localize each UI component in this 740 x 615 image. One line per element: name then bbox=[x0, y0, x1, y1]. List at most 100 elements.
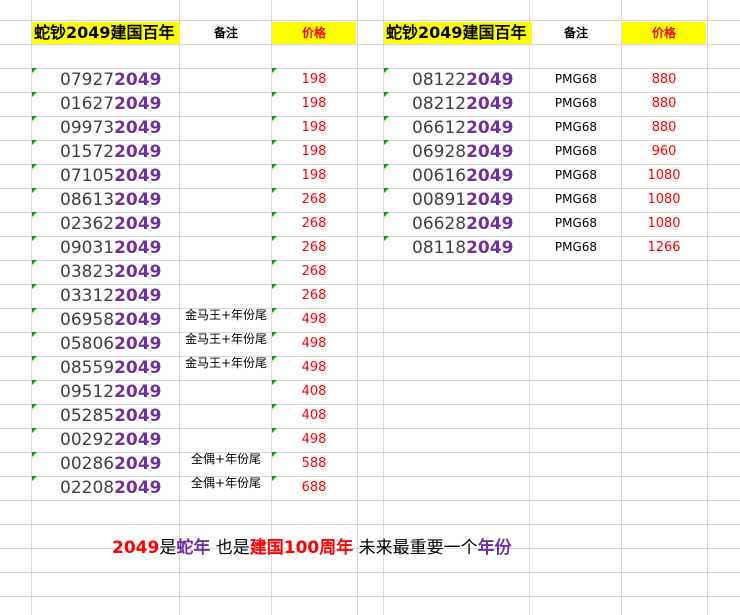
grid-row-line bbox=[0, 500, 740, 501]
serial-year-suffix: 2049 bbox=[466, 70, 514, 90]
note-cell[interactable]: PMG68 bbox=[530, 211, 622, 235]
price-cell[interactable]: 1080 bbox=[622, 188, 706, 212]
serial-year-suffix: 2049 bbox=[466, 118, 514, 138]
serial-year-suffix: 2049 bbox=[466, 238, 514, 258]
serial-number-cell[interactable]: 022082049 bbox=[60, 476, 161, 500]
price-cell[interactable]: 1080 bbox=[622, 164, 706, 188]
comment-marker-icon bbox=[32, 452, 37, 457]
serial-number-cell[interactable]: 033122049 bbox=[60, 284, 161, 308]
table-row: 066282049 PMG68 1080 bbox=[0, 212, 740, 236]
serial-prefix: 08212 bbox=[412, 94, 467, 114]
right-note-header[interactable]: 备注 bbox=[530, 22, 622, 44]
slogan-text-3: 未来最重要一个 bbox=[353, 538, 478, 558]
serial-number-cell[interactable]: 069582049 bbox=[60, 308, 161, 332]
comment-marker-icon bbox=[32, 380, 37, 385]
price-cell[interactable]: 498 bbox=[272, 332, 356, 356]
note-cell[interactable]: PMG68 bbox=[530, 115, 622, 139]
price-cell[interactable]: 880 bbox=[622, 92, 706, 116]
serial-prefix: 08118 bbox=[412, 238, 467, 258]
serial-prefix: 06928 bbox=[412, 142, 467, 162]
serial-number-cell[interactable]: 085592049 bbox=[60, 356, 161, 380]
serial-prefix: 06958 bbox=[60, 310, 115, 330]
price-cell[interactable]: 408 bbox=[272, 404, 356, 428]
comment-marker-icon bbox=[32, 356, 37, 361]
note-cell[interactable]: 全偶+年份尾 bbox=[180, 447, 272, 471]
serial-prefix: 03312 bbox=[60, 286, 115, 306]
comment-marker-icon bbox=[384, 212, 389, 217]
price-cell[interactable]: 880 bbox=[622, 68, 706, 92]
price-cell[interactable]: 880 bbox=[622, 116, 706, 140]
serial-prefix: 05285 bbox=[60, 406, 115, 426]
left-title-cell[interactable]: 蛇钞2049建国百年 bbox=[32, 22, 180, 44]
serial-year-suffix: 2049 bbox=[466, 142, 514, 162]
price-cell[interactable]: 408 bbox=[272, 380, 356, 404]
comment-marker-icon bbox=[384, 188, 389, 193]
grid-row-line bbox=[0, 572, 740, 573]
price-cell[interactable]: 268 bbox=[272, 284, 356, 308]
table-row: 066122049 PMG68 880 bbox=[0, 116, 740, 140]
note-cell[interactable]: PMG68 bbox=[530, 139, 622, 163]
serial-number-cell[interactable]: 069282049 bbox=[412, 140, 513, 164]
serial-prefix: 00616 bbox=[412, 166, 467, 186]
note-cell[interactable]: PMG68 bbox=[530, 163, 622, 187]
serial-year-suffix: 2049 bbox=[114, 478, 162, 498]
serial-number-cell[interactable]: 002862049 bbox=[60, 452, 161, 476]
table-row: 069582049 金马王+年份尾 498 bbox=[0, 308, 740, 332]
serial-year-suffix: 2049 bbox=[114, 262, 162, 282]
note-cell[interactable]: PMG68 bbox=[530, 235, 622, 259]
serial-number-cell[interactable]: 038232049 bbox=[60, 260, 161, 284]
note-cell[interactable]: 金马王+年份尾 bbox=[180, 327, 272, 351]
serial-number-cell[interactable]: 002922049 bbox=[60, 428, 161, 452]
serial-number-cell[interactable]: 082122049 bbox=[412, 92, 513, 116]
serial-number-cell[interactable]: 066282049 bbox=[412, 212, 513, 236]
serial-year-suffix: 2049 bbox=[114, 454, 162, 474]
price-cell[interactable]: 268 bbox=[272, 260, 356, 284]
note-cell[interactable]: PMG68 bbox=[530, 91, 622, 115]
serial-number-cell[interactable]: 008912049 bbox=[412, 188, 513, 212]
serial-prefix: 02208 bbox=[60, 478, 115, 498]
note-cell[interactable]: PMG68 bbox=[530, 67, 622, 91]
serial-prefix: 06612 bbox=[412, 118, 467, 138]
serial-year-suffix: 2049 bbox=[114, 286, 162, 306]
table-row: 038232049 268 bbox=[0, 260, 740, 284]
price-cell[interactable]: 498 bbox=[272, 356, 356, 380]
comment-marker-icon bbox=[32, 260, 37, 265]
comment-marker-icon bbox=[384, 68, 389, 73]
note-cell[interactable]: PMG68 bbox=[530, 187, 622, 211]
price-cell[interactable]: 498 bbox=[272, 308, 356, 332]
price-cell[interactable]: 498 bbox=[272, 428, 356, 452]
serial-prefix: 08559 bbox=[60, 358, 115, 378]
left-price-header[interactable]: 价格 bbox=[272, 22, 356, 44]
serial-number-cell[interactable]: 081182049 bbox=[412, 236, 513, 260]
left-note-header[interactable]: 备注 bbox=[180, 22, 272, 44]
right-title-cell[interactable]: 蛇钞2049建国百年 bbox=[384, 22, 532, 44]
price-cell[interactable]: 960 bbox=[622, 140, 706, 164]
price-cell[interactable]: 1266 bbox=[622, 236, 706, 260]
serial-number-cell[interactable]: 095122049 bbox=[60, 380, 161, 404]
slogan[interactable]: 2049是蛇年 也是建国100周年 未来最重要一个年份 bbox=[112, 533, 512, 558]
price-cell[interactable]: 588 bbox=[272, 452, 356, 476]
serial-number-cell[interactable]: 058062049 bbox=[60, 332, 161, 356]
note-cell[interactable]: 金马王+年份尾 bbox=[180, 351, 272, 375]
table-row: 058062049 金马王+年份尾 498 bbox=[0, 332, 740, 356]
left-title: 蛇钞2049建国百年 bbox=[34, 23, 175, 42]
comment-marker-icon bbox=[32, 308, 37, 313]
price-cell[interactable]: 1080 bbox=[622, 212, 706, 236]
serial-number-cell[interactable]: 066122049 bbox=[412, 116, 513, 140]
serial-number-cell[interactable]: 052852049 bbox=[60, 404, 161, 428]
comment-marker-icon bbox=[32, 284, 37, 289]
serial-number-cell[interactable]: 006162049 bbox=[412, 164, 513, 188]
note-cell[interactable]: 金马王+年份尾 bbox=[180, 303, 272, 327]
comment-marker-icon bbox=[384, 236, 389, 241]
price-cell[interactable]: 688 bbox=[272, 476, 356, 500]
serial-year-suffix: 2049 bbox=[114, 334, 162, 354]
comment-marker-icon bbox=[384, 92, 389, 97]
serial-prefix: 00286 bbox=[60, 454, 115, 474]
right-price-header[interactable]: 价格 bbox=[622, 22, 706, 44]
grid-row-line bbox=[0, 44, 740, 45]
serial-year-suffix: 2049 bbox=[114, 358, 162, 378]
serial-number-cell[interactable]: 081222049 bbox=[412, 68, 513, 92]
note-cell[interactable]: 全偶+年份尾 bbox=[180, 471, 272, 495]
serial-year-suffix: 2049 bbox=[114, 406, 162, 426]
slogan-snake-year: 蛇年 bbox=[176, 538, 211, 558]
